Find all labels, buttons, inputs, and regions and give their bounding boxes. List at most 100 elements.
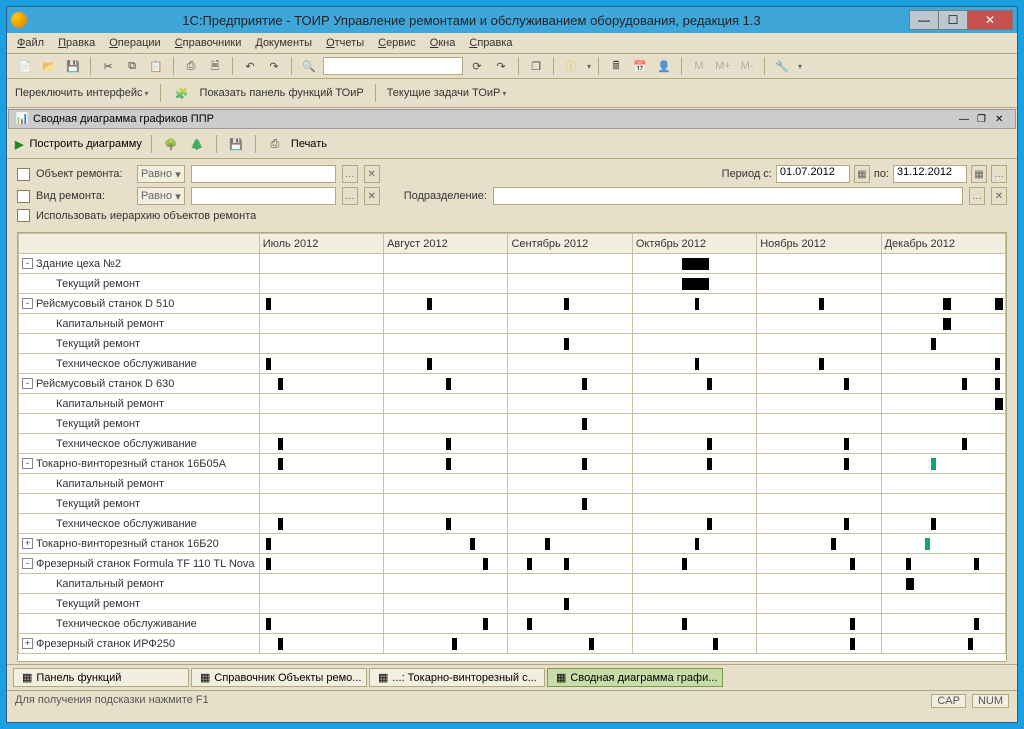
mplus-icon[interactable]: M+ [713,56,733,76]
row-label[interactable]: Текущий ремонт [56,498,140,510]
hierarchy-checkbox[interactable] [17,209,30,222]
expand-toggle[interactable]: - [22,378,33,389]
period-from-cal-button[interactable]: ▦ [854,165,870,183]
menu-окна[interactable]: Окна [430,37,456,49]
row-label[interactable]: Капитальный ремонт [56,578,164,590]
preview-icon[interactable]: 🗎 [205,56,225,76]
task-tab[interactable]: ▦Справочник Объекты ремо... [191,668,367,687]
expand-toggle[interactable]: - [22,298,33,309]
refresh-icon[interactable]: ⟳ [467,56,487,76]
period-select-button[interactable]: … [991,165,1007,183]
info-icon[interactable]: ⓘ [561,56,581,76]
div-clear-button[interactable]: ✕ [991,187,1007,205]
doc-close-button[interactable]: ✕ [995,114,1009,125]
row-label[interactable]: Капитальный ремонт [56,398,164,410]
row-label[interactable]: Техническое обслуживание [56,518,197,530]
copy-icon[interactable]: ⧉ [122,56,142,76]
switch-interface-link[interactable]: Переключить интерфейс▾ [15,87,149,99]
show-panel-icon[interactable]: 🧩 [172,83,192,103]
windows-icon[interactable]: ❐ [526,56,546,76]
row-label[interactable]: Рейсмусовый станок D 510 [36,298,174,310]
period-from-input[interactable]: 01.07.2012 [776,165,850,183]
menu-операции[interactable]: Операции [109,37,160,49]
row-label[interactable]: Токарно-винторезный станок 16Б05А [36,458,226,470]
obj-input[interactable] [191,165,336,183]
menu-справка[interactable]: Справка [469,37,512,49]
redo-icon[interactable]: ↷ [264,56,284,76]
obj-checkbox[interactable] [17,168,30,181]
menu-правка[interactable]: Правка [58,37,95,49]
row-label[interactable]: Текущий ремонт [56,278,140,290]
menu-сервис[interactable]: Сервис [378,37,416,49]
calc-icon[interactable]: 🖩 [606,56,626,76]
obj-op-combo[interactable]: Равно ▾ [137,165,185,183]
close-button[interactable]: ✕ [967,10,1013,30]
row-label[interactable]: Текущий ремонт [56,598,140,610]
cut-icon[interactable]: ✂ [98,56,118,76]
obj-select-button[interactable]: … [342,165,358,183]
build-chart-button[interactable]: Построить диаграмму [29,138,141,150]
nav-icon[interactable]: ↷ [491,56,511,76]
user-icon[interactable]: 👤 [654,56,674,76]
div-input[interactable] [493,187,963,205]
new-icon[interactable]: 📄 [15,56,35,76]
calendar-icon[interactable]: 📅 [630,56,650,76]
row-label[interactable]: Фрезерный станок ИРФ250 [36,638,175,650]
type-checkbox[interactable] [17,190,30,203]
mminus-icon[interactable]: M- [737,56,757,76]
row-label[interactable]: Капитальный ремонт [56,478,164,490]
maximize-button[interactable]: ☐ [938,10,968,30]
expand-toggle[interactable]: - [22,558,33,569]
save-icon[interactable]: 💾 [63,56,83,76]
doc-minimize-button[interactable]: — [959,114,973,125]
type-select-button[interactable]: … [342,187,358,205]
gantt-grid[interactable]: Июль 2012Август 2012Сентябрь 2012Октябрь… [17,232,1007,662]
tree-collapse-icon[interactable]: 🌲 [187,134,207,154]
open-icon[interactable]: 📂 [39,56,59,76]
save-report-icon[interactable]: 💾 [226,134,246,154]
period-to-cal-button[interactable]: ▦ [971,165,987,183]
row-label[interactable]: Техническое обслуживание [56,358,197,370]
type-op-combo[interactable]: Равно ▾ [137,187,185,205]
menu-справочники[interactable]: Справочники [175,37,242,49]
expand-toggle[interactable]: + [22,538,33,549]
row-label[interactable]: Текущий ремонт [56,418,140,430]
menu-отчеты[interactable]: Отчеты [326,37,364,49]
menu-файл[interactable]: Файл [17,37,44,49]
print-icon[interactable]: ⎙ [181,56,201,76]
paste-icon[interactable]: 📋 [146,56,166,76]
minimize-button[interactable]: — [909,10,939,30]
row-label[interactable]: Текущий ремонт [56,338,140,350]
tree-expand-icon[interactable]: 🌳 [161,134,181,154]
task-tab[interactable]: ▦Панель функций [13,668,189,687]
m-icon[interactable]: M [689,56,709,76]
undo-icon[interactable]: ↶ [240,56,260,76]
task-tab[interactable]: ▦...: Токарно-винторезный с... [369,668,545,687]
expand-toggle[interactable]: + [22,638,33,649]
row-label[interactable]: Здание цеха №2 [36,258,121,270]
search-icon[interactable]: 🔍 [299,56,319,76]
search-input[interactable] [323,57,463,75]
div-select-button[interactable]: … [969,187,985,205]
row-label[interactable]: Капитальный ремонт [56,318,164,330]
menu-документы[interactable]: Документы [255,37,312,49]
show-panel-link[interactable]: Показать панель функций ТОиР [200,87,364,99]
row-label[interactable]: Рейсмусовый станок D 630 [36,378,174,390]
row-label[interactable]: Техническое обслуживание [56,618,197,630]
row-label[interactable]: Фрезерный станок Formula TF 110 TL Nova [36,558,255,570]
print-report-icon[interactable] [265,134,285,154]
wrench-icon[interactable]: 🔧 [772,56,792,76]
row-label[interactable]: Техническое обслуживание [56,438,197,450]
expand-toggle[interactable]: - [22,458,33,469]
task-tab[interactable]: ▦Сводная диаграмма графи... [547,668,723,687]
period-to-input[interactable]: 31.12.2012 [893,165,967,183]
gantt-bar [278,378,283,390]
obj-clear-button[interactable]: ✕ [364,165,380,183]
current-tasks-link[interactable]: Текущие задачи ТОиР▾ [387,87,507,99]
expand-toggle[interactable]: - [22,258,33,269]
print-button[interactable]: Печать [291,138,327,150]
type-clear-button[interactable]: ✕ [364,187,380,205]
row-label[interactable]: Токарно-винторезный станок 16Б20 [36,538,219,550]
doc-restore-button[interactable]: ❐ [977,114,991,125]
type-input[interactable] [191,187,336,205]
